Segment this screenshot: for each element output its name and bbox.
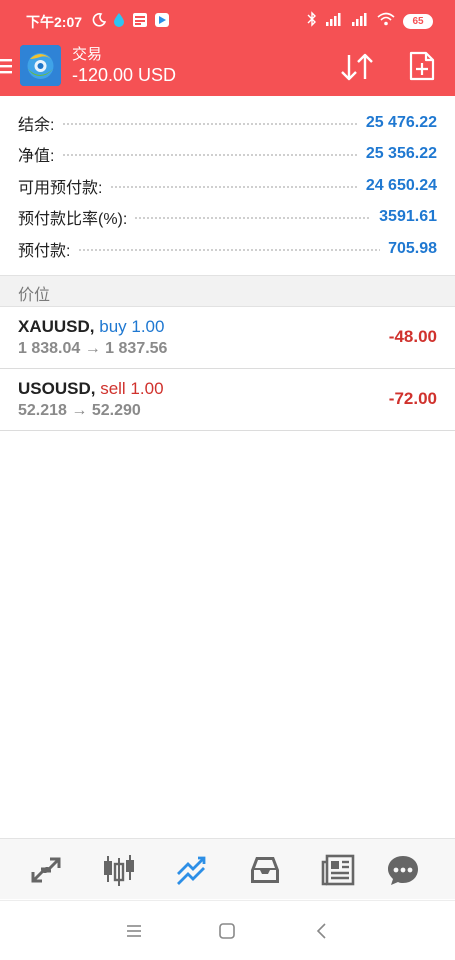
home-button[interactable] [216, 920, 238, 942]
summary-label: 可用预付款: [18, 173, 111, 198]
position-profit: -72.00 [388, 389, 437, 408]
summary-value: 24 650.24 [357, 176, 437, 195]
wifi-icon [377, 12, 395, 31]
chart-icon[interactable] [101, 852, 137, 888]
summary-row-balance: 结余: 25 476.22 [0, 107, 455, 139]
summary-label: 净值: [18, 142, 63, 167]
positions-list: XAUUSD, buy 1.00 1 838.04 → 1 837.56 -48… [0, 307, 455, 431]
position-prices: 52.218 → 52.290 [18, 402, 141, 419]
position-profit: -48.00 [388, 327, 437, 346]
position-symbol: XAUUSD, buy 1.00 [18, 317, 164, 337]
summary-row-free-margin: 可用预付款: 24 650.24 [0, 170, 455, 202]
app-bar: 交易 -120.00 USD [0, 40, 455, 96]
recents-button[interactable] [123, 920, 145, 942]
summary-value: 25 476.22 [357, 113, 437, 132]
positions-section-header: 价位 [0, 275, 455, 307]
signal-icon [351, 12, 369, 31]
app-icon [132, 12, 148, 33]
summary-row-margin: 预付款: 705.98 [0, 233, 455, 265]
news-icon[interactable] [320, 852, 356, 888]
position-row[interactable]: XAUUSD, buy 1.00 1 838.04 → 1 837.56 -48… [0, 307, 455, 369]
app-logo[interactable] [20, 45, 61, 86]
position-side: buy 1.00 [99, 317, 165, 336]
position-side: sell 1.00 [100, 379, 164, 398]
summary-value: 3591.61 [371, 208, 437, 227]
account-summary: 结余: 25 476.22 净值: 25 356.22 可用预付款: 24 65… [0, 107, 455, 265]
position-symbol: USOUSD, sell 1.00 [18, 379, 164, 399]
position-row[interactable]: USOUSD, sell 1.00 52.218 → 52.290 -72.00 [0, 369, 455, 431]
status-bar: 下午2:07 65 [0, 0, 455, 40]
bottom-navigation [0, 838, 455, 899]
battery-icon: 65 [403, 14, 433, 29]
symbol-name: XAUUSD, [18, 317, 95, 336]
trade-icon[interactable] [174, 852, 210, 888]
signal-icon [325, 12, 343, 31]
summary-label: 结余: [18, 110, 63, 135]
leader-dots [18, 248, 437, 251]
summary-row-margin-level: 预付款比率(%): 3591.61 [0, 202, 455, 234]
history-icon[interactable] [247, 852, 283, 888]
summary-label: 预付款比率(%): [18, 205, 136, 230]
moon-icon [92, 13, 107, 32]
system-navigation [0, 900, 455, 960]
play-icon [154, 12, 170, 33]
summary-row-equity: 净值: 25 356.22 [0, 139, 455, 171]
new-order-icon[interactable] [409, 51, 435, 81]
bluetooth-icon [307, 11, 317, 32]
chat-icon[interactable] [385, 852, 421, 888]
position-prices: 1 838.04 → 1 837.56 [18, 340, 168, 357]
status-time: 下午2:07 [26, 14, 83, 30]
back-button[interactable] [311, 920, 333, 942]
summary-value: 705.98 [380, 239, 437, 258]
menu-icon[interactable] [0, 56, 12, 76]
section-title: 价位 [18, 287, 51, 304]
floating-profit: -120.00 USD [72, 65, 177, 85]
symbol-name: USOUSD, [18, 379, 96, 398]
summary-value: 25 356.22 [357, 145, 437, 164]
page-title: 交易 [72, 46, 103, 63]
drop-icon [112, 12, 126, 33]
summary-label: 预付款: [18, 236, 79, 261]
sort-icon[interactable] [340, 52, 374, 82]
quotes-icon[interactable] [28, 852, 64, 888]
